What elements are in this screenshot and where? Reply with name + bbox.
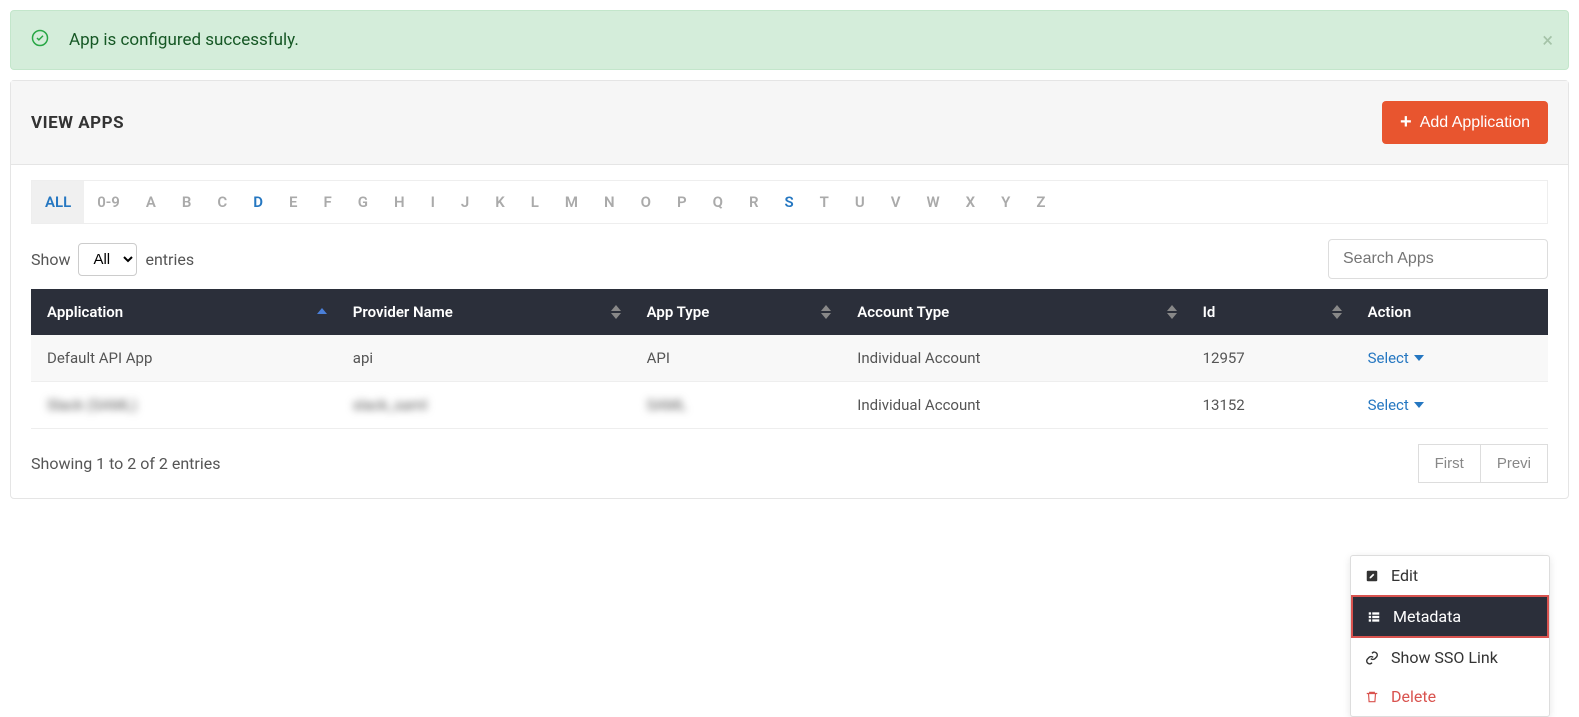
alpha-m[interactable]: M (552, 181, 591, 223)
add-button-label: Add Application (1420, 114, 1530, 132)
panel-title: VIEW APPS (31, 113, 124, 133)
view-apps-panel: VIEW APPS + Add Application ALL0-9ABCDEF… (10, 80, 1569, 499)
alpha-u[interactable]: U (842, 181, 878, 223)
alpha-s[interactable]: S (772, 181, 807, 223)
alpha-y[interactable]: Y (988, 181, 1023, 223)
dropdown-metadata[interactable]: Metadata (1351, 595, 1549, 638)
page-previ[interactable]: Previ (1480, 444, 1548, 483)
table-cell: API (631, 335, 842, 382)
select-action[interactable]: Select (1368, 396, 1532, 414)
close-icon[interactable]: × (1542, 28, 1553, 52)
col-apptype[interactable]: App Type (631, 289, 842, 335)
search-input[interactable] (1328, 239, 1548, 279)
dropdown-edit[interactable]: Edit (1351, 556, 1549, 595)
alpha-r[interactable]: R (736, 181, 772, 223)
table-row: Slack (SAML)slack_samlSAMLIndividual Acc… (31, 382, 1548, 429)
action-dropdown: Edit Metadata Show SSO Link Delete (1350, 555, 1550, 717)
dropdown-show-sso[interactable]: Show SSO Link (1351, 638, 1549, 677)
panel-body: ALL0-9ABCDEFGHIJKLMNOPQRSTUVWXYZ Show Al… (11, 165, 1568, 498)
table-cell: slack_saml (337, 382, 631, 429)
table-header-row: Application Provider Name App Type Accou… (31, 289, 1548, 335)
check-circle-icon (31, 29, 49, 51)
alpha-h[interactable]: H (381, 181, 418, 223)
sort-icon (611, 305, 621, 319)
entries-label: entries (145, 250, 194, 269)
alpha-i[interactable]: I (418, 181, 448, 223)
alpha-filter: ALL0-9ABCDEFGHIJKLMNOPQRSTUVWXYZ (31, 180, 1548, 224)
table-cell: Individual Account (841, 382, 1186, 429)
alpha-l[interactable]: L (518, 181, 552, 223)
alpha-x[interactable]: X (953, 181, 989, 223)
pagination: FirstPrevi (1418, 444, 1548, 483)
alpha-p[interactable]: P (664, 181, 700, 223)
table-cell: SAML (631, 382, 842, 429)
link-icon (1365, 651, 1381, 665)
success-alert: App is configured successfuly. × (10, 10, 1569, 70)
table-footer: Showing 1 to 2 of 2 entries FirstPrevi (31, 444, 1548, 483)
caret-down-icon (1414, 402, 1424, 408)
alert-message: App is configured successfuly. (69, 30, 299, 50)
show-label: Show (31, 250, 70, 269)
show-entries: Show All entries (31, 243, 194, 276)
alpha-all[interactable]: ALL (32, 181, 84, 223)
table-cell-action: Select (1352, 335, 1548, 382)
caret-down-icon (1414, 355, 1424, 361)
sort-icon (317, 308, 327, 316)
alpha-o[interactable]: O (628, 181, 664, 223)
alpha-w[interactable]: W (914, 181, 953, 223)
showing-text: Showing 1 to 2 of 2 entries (31, 454, 220, 473)
alpha-a[interactable]: A (133, 181, 169, 223)
alpha-e[interactable]: E (276, 181, 310, 223)
sort-icon (1332, 305, 1342, 319)
alpha-b[interactable]: B (169, 181, 205, 223)
table-cell-action: Select (1352, 382, 1548, 429)
panel-header: VIEW APPS + Add Application (11, 81, 1568, 165)
edit-icon (1365, 569, 1381, 583)
alpha-t[interactable]: T (807, 181, 842, 223)
col-action: Action (1352, 289, 1548, 335)
alpha-d[interactable]: D (240, 181, 276, 223)
col-accounttype[interactable]: Account Type (841, 289, 1186, 335)
alpha-k[interactable]: K (482, 181, 518, 223)
select-action[interactable]: Select (1368, 349, 1532, 367)
table-cell: Individual Account (841, 335, 1186, 382)
apps-table: Application Provider Name App Type Accou… (31, 289, 1548, 429)
add-application-button[interactable]: + Add Application (1382, 101, 1548, 144)
table-cell: Default API App (31, 335, 337, 382)
trash-icon (1365, 690, 1381, 704)
dropdown-delete[interactable]: Delete (1351, 677, 1549, 716)
alpha-z[interactable]: Z (1023, 181, 1058, 223)
alpha-q[interactable]: Q (700, 181, 736, 223)
col-provider[interactable]: Provider Name (337, 289, 631, 335)
sort-icon (1167, 305, 1177, 319)
alpha-f[interactable]: F (310, 181, 344, 223)
table-cell: 13152 (1187, 382, 1352, 429)
alpha-c[interactable]: C (204, 181, 240, 223)
col-id[interactable]: Id (1187, 289, 1352, 335)
table-cell: api (337, 335, 631, 382)
table-cell: 12957 (1187, 335, 1352, 382)
alpha-j[interactable]: J (448, 181, 482, 223)
table-row: Default API AppapiAPIIndividual Account1… (31, 335, 1548, 382)
alpha-0-9[interactable]: 0-9 (84, 181, 133, 223)
sort-icon (821, 305, 831, 319)
table-controls: Show All entries (31, 239, 1548, 279)
col-application[interactable]: Application (31, 289, 337, 335)
list-icon (1367, 610, 1383, 624)
table-cell: Slack (SAML) (31, 382, 337, 429)
alpha-n[interactable]: N (591, 181, 628, 223)
page-first[interactable]: First (1418, 444, 1480, 483)
alpha-g[interactable]: G (345, 181, 381, 223)
entries-select[interactable]: All (78, 243, 137, 276)
alpha-v[interactable]: V (878, 181, 914, 223)
plus-icon: + (1400, 111, 1412, 134)
